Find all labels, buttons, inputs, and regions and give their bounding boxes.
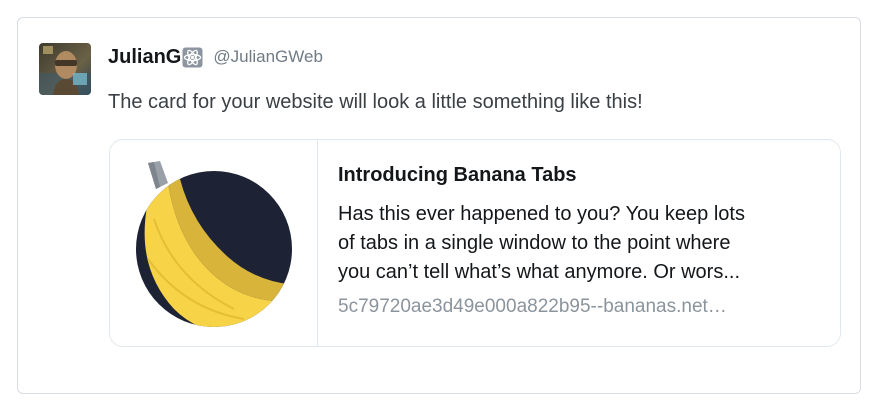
tweet-card: JulianG @JulianGWeb The card for your we… (17, 17, 861, 394)
card-description-line: you can’t tell what’s what anymore. Or w… (338, 261, 741, 283)
card-url[interactable]: 5c79720ae3d49e000a822b95--bananas.net… (338, 296, 727, 318)
card-description: Has this ever happened to you? You keep … (338, 200, 828, 287)
card-title[interactable]: Introducing Banana Tabs (338, 164, 577, 187)
tweet-header: JulianG @JulianGWeb (108, 44, 323, 70)
card-body: Introducing Banana Tabs Has this ever ha… (318, 140, 840, 346)
atom-emoji-icon (182, 47, 203, 68)
avatar[interactable] (39, 43, 91, 95)
author-display-name[interactable]: JulianG (108, 46, 181, 69)
link-preview-card[interactable]: Introducing Banana Tabs Has this ever ha… (109, 139, 841, 347)
banana-logo-icon (136, 161, 292, 327)
card-image (110, 140, 318, 346)
card-description-line: Has this ever happened to you? You keep … (338, 203, 745, 225)
author-handle[interactable]: @JulianGWeb (213, 47, 323, 67)
tweet-text: The card for your website will look a li… (108, 91, 643, 113)
card-description-line: of tabs in a single window to the point … (338, 232, 731, 254)
